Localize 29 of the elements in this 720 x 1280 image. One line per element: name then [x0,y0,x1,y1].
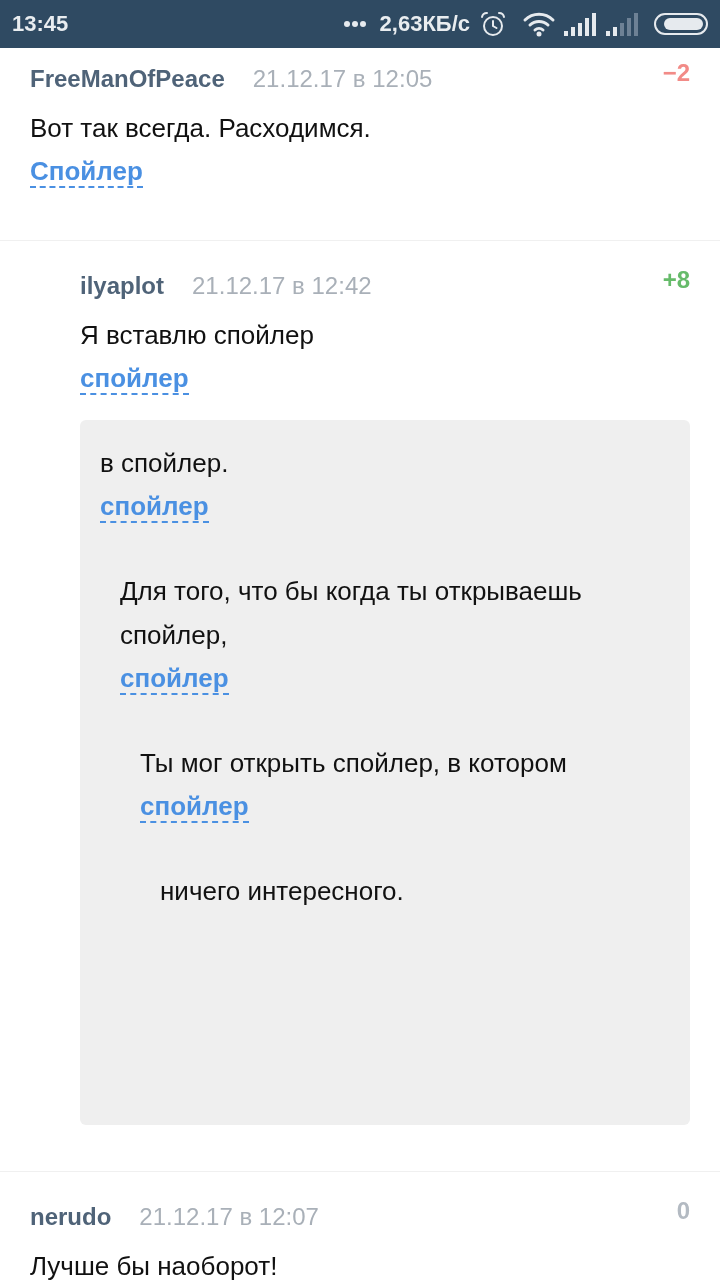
alarm-clock-icon [480,11,506,37]
comment-text: Вот так всегда. Расходимся. [30,113,371,143]
comment-text: Я вставлю спойлер [80,320,314,350]
clock-time: 13:45 [12,13,69,35]
comment-date: 21.12.17 в 12:42 [192,271,372,301]
comment-rating: 0 [676,1196,690,1226]
comment-date: 21.12.17 в 12:05 [252,64,433,94]
signal-icon [606,12,638,36]
spoiler-link[interactable]: Спойлер [30,156,143,188]
comment-date: 21.12.17 в 12:07 [139,1202,319,1232]
comment-text: в спойлер. [100,448,229,478]
comment-rating: −2 [662,58,690,88]
author-name[interactable]: ilyaplot [80,264,164,308]
spoiler-link[interactable]: спойлер [140,791,249,823]
comment-text: Для того, что бы когда ты открываешь спойлер, [120,576,582,650]
more-dots-icon [343,21,366,27]
wifi-icon [522,11,556,37]
spoiler-link[interactable]: спойлер [80,363,189,395]
author-name[interactable]: nerudo [30,1195,112,1239]
battery-icon [654,13,708,35]
comment-text: Ты мог открыть спойлер, в котором [140,748,567,778]
author-name[interactable]: FreeManOfPeace [30,57,225,101]
spoiler-link[interactable]: спойлер [100,491,209,523]
signal-icon [564,12,596,36]
comment-rating: +8 [662,265,690,295]
spoiler-link[interactable]: спойлер [120,663,229,695]
comment-text: ничего интересного. [160,876,404,906]
comment-text: Лучше бы наоборот! [30,1251,278,1280]
network-speed: 2,63КБ/с [379,13,470,35]
